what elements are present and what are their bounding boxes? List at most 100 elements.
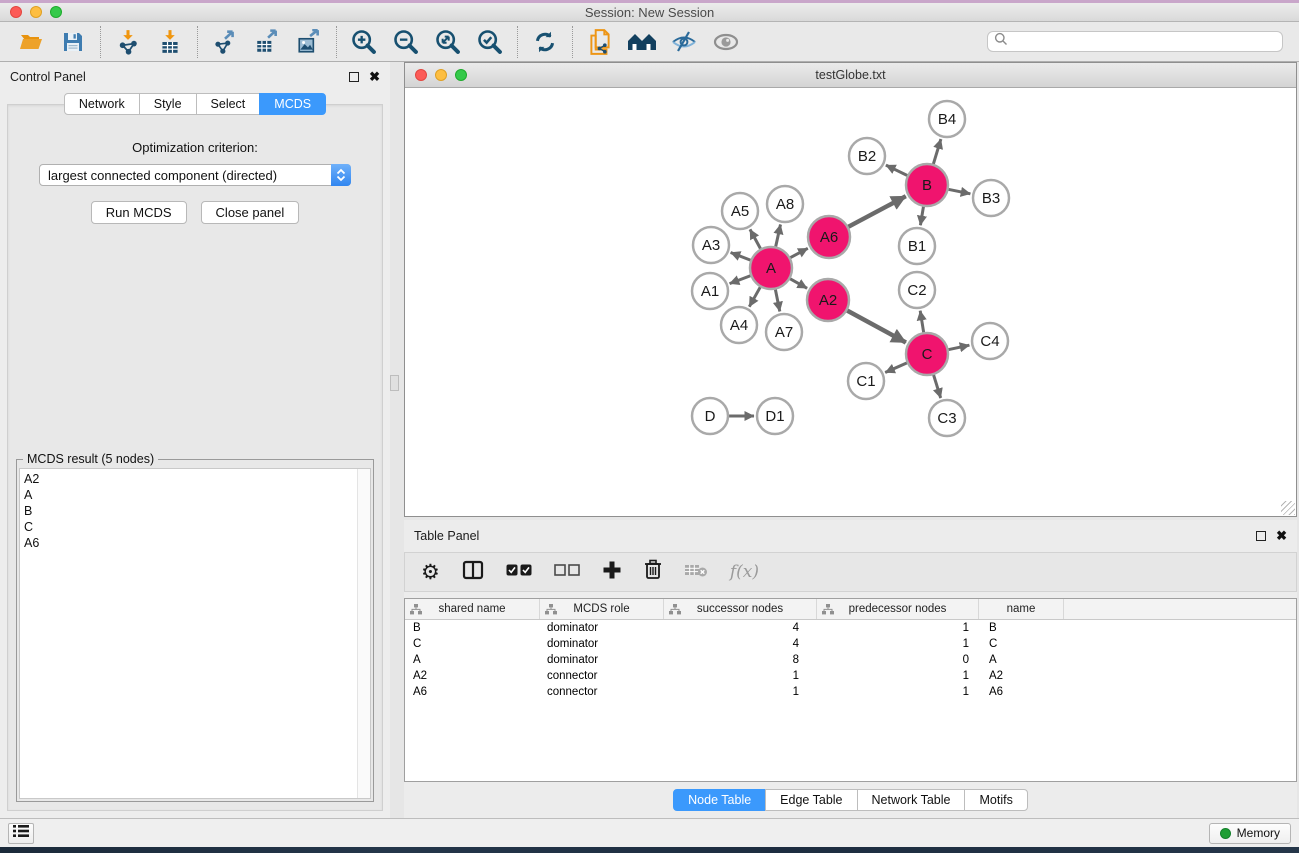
tab-edge-table[interactable]: Edge Table — [765, 789, 857, 811]
import-network-button[interactable] — [111, 26, 145, 58]
result-list-item[interactable]: A2 — [24, 471, 357, 487]
graph-node-A4[interactable]: A4 — [721, 307, 757, 343]
zoom-in-button[interactable] — [347, 26, 381, 58]
result-list-item[interactable]: B — [24, 503, 357, 519]
table-cell[interactable]: connector — [540, 670, 664, 682]
zoom-out-button[interactable] — [389, 26, 423, 58]
table-cell[interactable]: 1 — [817, 686, 979, 698]
table-cell[interactable]: A6 — [979, 686, 1064, 698]
graph-edge-C-C3[interactable] — [933, 374, 940, 398]
table-cell[interactable]: 1 — [664, 670, 817, 682]
graph-edge-B-B4[interactable] — [933, 139, 941, 165]
graph-edge-A-A4[interactable] — [749, 286, 760, 306]
delete-column-button[interactable] — [644, 557, 662, 587]
graph-node-C3[interactable]: C3 — [929, 400, 965, 436]
tab-network[interactable]: Network — [64, 93, 140, 115]
show-hide-panel-button[interactable] — [709, 26, 743, 58]
export-network-button[interactable] — [208, 26, 242, 58]
splitter-grip[interactable] — [390, 375, 399, 391]
table-cell[interactable]: A2 — [979, 670, 1064, 682]
graph-edge-B-B3[interactable] — [948, 189, 971, 194]
export-table-button[interactable] — [250, 26, 284, 58]
tab-select[interactable]: Select — [196, 93, 261, 115]
float-table-panel-icon[interactable] — [1256, 531, 1266, 541]
graph-node-A6[interactable]: A6 — [808, 216, 850, 258]
table-cell[interactable]: 1 — [817, 670, 979, 682]
import-table-button[interactable] — [153, 26, 187, 58]
graph-node-B4[interactable]: B4 — [929, 101, 965, 137]
table-row[interactable]: Adominator80A — [405, 652, 1296, 668]
table-cell[interactable]: 4 — [664, 622, 817, 634]
table-cell[interactable]: A — [405, 654, 540, 666]
network-window-titlebar[interactable]: testGlobe.txt — [405, 63, 1296, 88]
graph-edge-A-A3[interactable] — [731, 253, 752, 261]
zoom-selected-button[interactable] — [473, 26, 507, 58]
graph-edge-B-B1[interactable] — [920, 206, 923, 226]
zoom-fit-button[interactable] — [431, 26, 465, 58]
table-row[interactable]: A2connector11A2 — [405, 668, 1296, 684]
delete-table-button[interactable] — [684, 557, 708, 587]
memory-button[interactable]: Memory — [1209, 823, 1291, 844]
graph-node-C1[interactable]: C1 — [848, 363, 884, 399]
result-list-item[interactable]: A6 — [24, 535, 357, 551]
table-row[interactable]: A6connector11A6 — [405, 684, 1296, 700]
tab-style[interactable]: Style — [139, 93, 197, 115]
task-history-button[interactable] — [8, 823, 34, 844]
table-cell[interactable]: B — [405, 622, 540, 634]
tab-network-table[interactable]: Network Table — [857, 789, 966, 811]
hide-graphics-details-button[interactable] — [667, 26, 701, 58]
column-header-mcds-role[interactable]: MCDS role — [540, 599, 664, 619]
function-builder-button[interactable]: f(x) — [730, 557, 759, 587]
table-cell[interactable]: 1 — [817, 638, 979, 650]
graph-node-A3[interactable]: A3 — [693, 227, 729, 263]
close-panel-icon[interactable]: ✖ — [369, 72, 380, 82]
select-all-columns-button[interactable] — [506, 557, 532, 587]
table-row[interactable]: Cdominator41C — [405, 636, 1296, 652]
column-header-name[interactable]: name — [979, 599, 1064, 619]
graph-edge-A-A2[interactable] — [789, 278, 807, 288]
table-cell[interactable]: 4 — [664, 638, 817, 650]
table-cell[interactable]: dominator — [540, 638, 664, 650]
table-cell[interactable]: 1 — [664, 686, 817, 698]
graph-edge-C-C2[interactable] — [920, 311, 924, 334]
graph-edge-A6-B[interactable] — [848, 196, 906, 227]
graph-node-A2[interactable]: A2 — [807, 279, 849, 321]
search-input[interactable] — [1012, 35, 1276, 49]
graph-edge-A-A6[interactable] — [790, 248, 808, 258]
graph-edge-A-A5[interactable] — [750, 229, 761, 249]
graph-edge-C-C4[interactable] — [948, 345, 970, 350]
graph-edge-A-A1[interactable] — [730, 275, 752, 283]
tab-mcds[interactable]: MCDS — [259, 93, 326, 115]
network-canvas[interactable]: B4B2BB3A8A5A6A3B1AA1C2A2A4A7C4CC1C3DD1 — [405, 88, 1296, 516]
column-header-predecessor-nodes[interactable]: predecessor nodes — [817, 599, 979, 619]
graph-node-A8[interactable]: A8 — [767, 186, 803, 222]
close-table-panel-icon[interactable]: ✖ — [1276, 531, 1287, 541]
graph-edge-C-C1[interactable] — [885, 363, 908, 373]
tab-node-table[interactable]: Node Table — [673, 789, 766, 811]
search-field[interactable] — [987, 31, 1283, 52]
close-panel-button[interactable]: Close panel — [201, 201, 300, 224]
graph-node-A1[interactable]: A1 — [692, 273, 728, 309]
table-cell[interactable]: A — [979, 654, 1064, 666]
graph-node-D1[interactable]: D1 — [757, 398, 793, 434]
save-session-button[interactable] — [56, 26, 90, 58]
export-image-button[interactable] — [292, 26, 326, 58]
result-list-item[interactable]: A — [24, 487, 357, 503]
table-cell[interactable]: dominator — [540, 622, 664, 634]
table-settings-button[interactable]: ⚙ — [421, 557, 440, 587]
graph-node-B1[interactable]: B1 — [899, 228, 935, 264]
graph-node-C4[interactable]: C4 — [972, 323, 1008, 359]
graph-edge-A-A8[interactable] — [776, 225, 781, 248]
table-row[interactable]: Bdominator41B — [405, 620, 1296, 636]
open-session-button[interactable] — [14, 26, 48, 58]
table-cell[interactable]: 0 — [817, 654, 979, 666]
show-columns-button[interactable] — [462, 557, 484, 587]
graph-edge-B-B2[interactable] — [886, 165, 908, 176]
graph-edge-A2-C[interactable] — [846, 310, 906, 342]
graph-node-D[interactable]: D — [692, 398, 728, 434]
criterion-select[interactable]: largest connected component (directed) — [39, 164, 351, 186]
column-header-shared-name[interactable]: shared name — [405, 599, 540, 619]
refresh-view-button[interactable] — [528, 26, 562, 58]
cybrowser-home-button[interactable] — [625, 26, 659, 58]
table-cell[interactable]: A2 — [405, 670, 540, 682]
